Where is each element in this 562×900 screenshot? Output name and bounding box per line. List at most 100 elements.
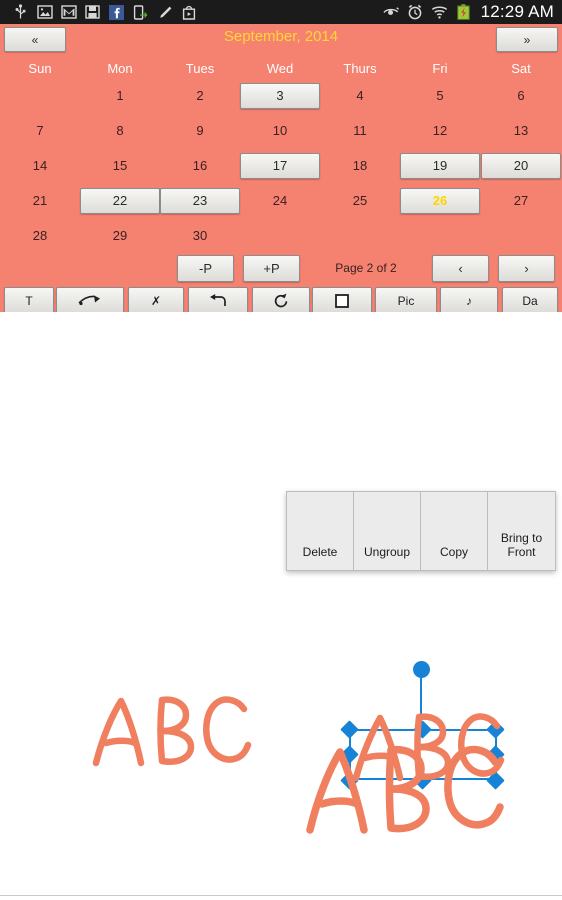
context-menu-item-ungroup[interactable]: Ungroup — [354, 492, 421, 570]
calendar-day-2[interactable]: 2 — [160, 78, 240, 113]
undo-icon — [210, 293, 226, 306]
context-menu-item-copy[interactable]: Copy — [421, 492, 488, 570]
calendar-day-3[interactable]: 3 — [240, 78, 320, 113]
calendar-week-row: 28 29 30 — [0, 218, 562, 253]
day-number: 27 — [513, 193, 529, 208]
calendar-panel: « September, 2014 » Sun Mon Tues Wed Thurs Fr… — [0, 24, 562, 314]
tool-button-audio-note[interactable]: ♪ — [440, 287, 498, 314]
save-icon — [84, 4, 101, 21]
calendar-day-30[interactable]: 30 — [160, 218, 240, 253]
next-page-button[interactable]: › — [498, 255, 555, 282]
day-number: 9 — [196, 123, 204, 138]
calendar-day-27[interactable]: 27 — [481, 183, 561, 218]
status-bar: 12:29 AM — [0, 0, 562, 24]
calendar-grid: Sun Mon Tues Wed Thurs Fri Sat 1 2 3 4 5 6 7 8 9 10 11 12… — [0, 58, 562, 253]
tool-button-text-tool[interactable]: T — [4, 287, 54, 314]
day-number: 6 — [517, 88, 525, 103]
calendar-day-22[interactable]: 22 — [80, 183, 160, 218]
app-root: 12:29 AM « September, 2014 » Sun Mon Tues W… — [0, 0, 562, 900]
calendar-day-16[interactable]: 16 — [160, 148, 240, 183]
calendar-day-20[interactable]: 20 — [481, 148, 561, 183]
calendar-day-14[interactable]: 14 — [0, 148, 80, 183]
day-of-week-label: Wed — [266, 60, 294, 76]
calendar-day-13[interactable]: 13 — [481, 113, 561, 148]
day-number: 25 — [352, 193, 368, 208]
day-event-button[interactable]: 23 — [160, 187, 240, 214]
selection-context-menu: Delete Ungroup Copy Bring to Front — [286, 491, 556, 571]
calendar-day-10[interactable]: 10 — [240, 113, 320, 148]
day-event-button[interactable]: 19 — [400, 152, 480, 179]
abc-handwriting-left[interactable] — [92, 695, 252, 767]
next-month-button[interactable]: » — [496, 27, 558, 52]
calendar-day-19[interactable]: 19 — [400, 148, 480, 183]
calendar-day-25[interactable]: 25 — [320, 183, 400, 218]
tool-button-redo[interactable] — [252, 287, 310, 314]
calendar-day-18[interactable]: 18 — [320, 148, 400, 183]
calendar-header: « September, 2014 » — [0, 24, 562, 58]
status-bar-notification-icons — [0, 4, 197, 21]
day-of-week-label: Sat — [511, 60, 531, 76]
tool-button-undo[interactable] — [188, 287, 248, 314]
calendar-day-28[interactable]: 28 — [0, 218, 80, 253]
previous-page-button[interactable]: ‹ — [432, 255, 489, 282]
day-event-button[interactable]: 22 — [80, 187, 160, 214]
calendar-day-4[interactable]: 4 — [320, 78, 400, 113]
canvas-bottom-divider — [0, 895, 562, 896]
gmail-icon — [60, 4, 77, 21]
wifi-icon — [431, 4, 448, 21]
day-number: 8 — [116, 123, 124, 138]
calendar-day-29[interactable]: 29 — [80, 218, 160, 253]
calendar-day-7[interactable]: 7 — [0, 113, 80, 148]
tool-button-picture[interactable]: Pic — [375, 287, 437, 314]
calendar-week-row: 7 8 9 10 11 12 13 — [0, 113, 562, 148]
calendar-day-26[interactable]: 26 — [400, 183, 480, 218]
calendar-day-6[interactable]: 6 — [481, 78, 561, 113]
day-number: 14 — [32, 158, 48, 173]
day-of-week-label: Tues — [185, 60, 215, 76]
usb-icon — [12, 4, 29, 21]
rotation-handle[interactable] — [413, 661, 430, 678]
day-number: 7 — [36, 123, 44, 138]
day-event-button[interactable]: 17 — [240, 152, 320, 179]
calendar-day-24[interactable]: 24 — [240, 183, 320, 218]
tool-button-shape-square[interactable] — [312, 287, 372, 314]
calendar-day-21[interactable]: 21 — [0, 183, 80, 218]
calendar-day-12[interactable]: 12 — [400, 113, 480, 148]
tool-button-erase-x[interactable]: ✗ — [128, 287, 184, 314]
calendar-week-row: 1 2 3 4 5 6 — [0, 78, 562, 113]
day-of-week-label: Thurs — [343, 60, 377, 76]
status-bar-clock: 12:29 AM — [480, 2, 554, 21]
abc-handwriting-selected[interactable] — [352, 712, 505, 782]
day-event-button[interactable]: 3 — [240, 82, 320, 109]
day-number: 16 — [192, 158, 208, 173]
context-menu-item-delete[interactable]: Delete — [287, 492, 354, 570]
tool-button-data[interactable]: Da — [502, 287, 558, 314]
calendar-day-5[interactable]: 5 — [400, 78, 480, 113]
tool-button-pen-stroke[interactable] — [56, 287, 124, 314]
day-event-button[interactable]: 26 — [400, 187, 480, 214]
redo-icon — [274, 293, 288, 307]
day-event-button[interactable]: 20 — [481, 152, 561, 179]
day-of-week-wed: Wed — [240, 58, 320, 78]
context-menu-item-label: Copy — [439, 545, 468, 560]
day-number: 13 — [513, 123, 529, 138]
calendar-title: September, 2014 — [223, 28, 339, 45]
context-menu-item-bring-to-front[interactable]: Bring to Front — [488, 492, 555, 570]
increase-page-button[interactable]: +P — [243, 255, 300, 282]
calendar-day-17[interactable]: 17 — [240, 148, 320, 183]
day-number: 5 — [436, 88, 444, 103]
calendar-day-15[interactable]: 15 — [80, 148, 160, 183]
alarm-clock-icon — [407, 4, 424, 21]
page-bar: -P +P Page 2 of 2 ‹ › — [0, 253, 562, 285]
facebook-icon — [108, 4, 125, 21]
calendar-day-1[interactable]: 1 — [80, 78, 160, 113]
decrease-page-button[interactable]: -P — [177, 255, 234, 282]
day-of-week-row: Sun Mon Tues Wed Thurs Fri Sat — [0, 58, 562, 78]
calendar-day-8[interactable]: 8 — [80, 113, 160, 148]
drawing-canvas[interactable]: Delete Ungroup Copy Bring to Front — [0, 312, 562, 900]
calendar-day-23[interactable]: 23 — [160, 183, 240, 218]
calendar-day-9[interactable]: 9 — [160, 113, 240, 148]
device-transfer-icon — [132, 4, 149, 21]
calendar-day-11[interactable]: 11 — [320, 113, 400, 148]
shape-square-icon — [335, 293, 349, 308]
